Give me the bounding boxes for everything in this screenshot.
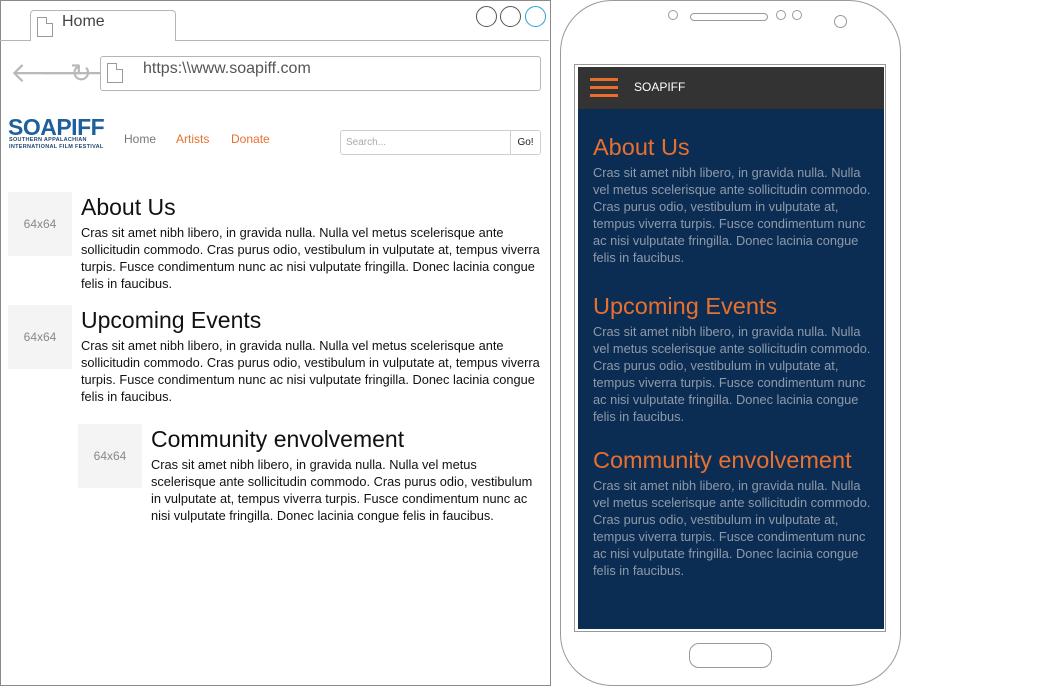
nav-link-home[interactable]: Home: [124, 132, 156, 146]
logo-tagline-2: INTERNATIONAL FILM FESTIVAL: [9, 144, 104, 150]
nav-link-artists[interactable]: Artists: [176, 132, 209, 146]
phone-camera: [834, 15, 847, 28]
tab-title: Home: [62, 13, 105, 30]
phone-speaker: [690, 13, 768, 21]
page-icon: [37, 17, 53, 37]
phone-sensor: [668, 10, 678, 20]
mobile-title-community: Community envolvement: [593, 447, 852, 473]
image-placeholder: 64x64: [78, 424, 142, 488]
mobile-body-about: Cras sit amet nibh libero, in gravida nu…: [593, 165, 871, 265]
image-placeholder: 64x64: [8, 305, 72, 369]
mobile-body-community: Cras sit amet nibh libero, in gravida nu…: [593, 478, 871, 578]
logo-tagline-1: SOUTHERN APPALACHIAN: [9, 137, 87, 143]
mobile-title-about: About Us: [593, 134, 690, 160]
section-body-community: Cras sit amet nibh libero, in gravida nu…: [151, 457, 533, 523]
phone-sensor: [776, 10, 786, 20]
mobile-brand[interactable]: SOAPIFF: [634, 80, 685, 94]
search-go-button[interactable]: Go!: [510, 130, 541, 155]
hamburger-menu-icon[interactable]: [590, 86, 618, 89]
nav-link-donate[interactable]: Donate: [231, 132, 270, 146]
section-body-about: Cras sit amet nibh libero, in gravida nu…: [81, 225, 540, 291]
reload-icon[interactable]: ↻: [70, 56, 92, 90]
window-minimize-button[interactable]: [476, 6, 497, 27]
hamburger-menu-icon[interactable]: [590, 78, 618, 81]
window-maximize-button[interactable]: [500, 6, 521, 27]
window-close-button[interactable]: [525, 6, 546, 27]
page-icon: [107, 63, 123, 83]
image-placeholder: 64x64: [8, 192, 72, 256]
section-title-events: Upcoming Events: [81, 307, 262, 333]
mobile-header: [578, 67, 884, 109]
url-text[interactable]: https:\\www.soapiff.com: [143, 60, 311, 78]
section-body-events: Cras sit amet nibh libero, in gravida nu…: [81, 338, 540, 404]
phone-sensor: [792, 10, 802, 20]
mobile-title-events: Upcoming Events: [593, 293, 778, 319]
section-title-community: Community envolvement: [151, 426, 405, 452]
search-input[interactable]: Search...: [340, 130, 511, 155]
hamburger-menu-icon[interactable]: [590, 94, 618, 97]
mobile-body-events: Cras sit amet nibh libero, in gravida nu…: [593, 324, 871, 424]
phone-home-button[interactable]: [689, 643, 772, 668]
section-title-about: About Us: [81, 194, 176, 220]
